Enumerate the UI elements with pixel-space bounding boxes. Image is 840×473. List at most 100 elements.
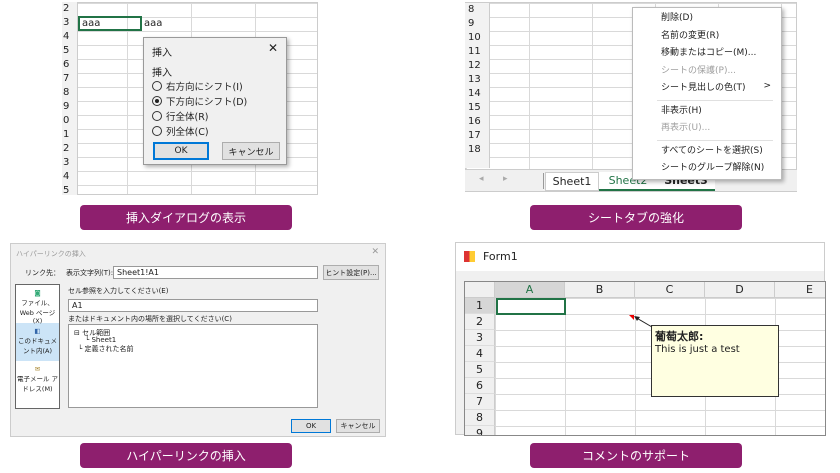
place-label: またはドキュメント内の場所を選択してください(C)	[68, 315, 232, 323]
row-header[interactable]: 4	[63, 30, 77, 44]
caption-insert-dialog: 挿入ダイアログの表示	[80, 205, 292, 230]
row-header[interactable]: 12	[468, 59, 489, 73]
close-icon[interactable]: ✕	[268, 41, 278, 55]
row-header[interactable]: 0	[63, 114, 77, 128]
row-header[interactable]: 8	[468, 3, 489, 17]
radio-label: 行全体(R)	[166, 111, 209, 123]
row-header[interactable]: 14	[468, 87, 489, 101]
close-icon[interactable]: ✕	[371, 247, 379, 257]
grid-control: ABCDE 123456789 葡萄太郎: This is just a tes…	[464, 281, 826, 436]
group-label: 挿入	[152, 68, 172, 79]
menu-item[interactable]: シートのグループ解除(N)	[633, 160, 781, 178]
column-header[interactable]: B	[565, 282, 635, 298]
row-header[interactable]: 6	[465, 378, 495, 394]
tree-sheet1[interactable]: └ Sheet1	[85, 336, 116, 344]
comment-arrow	[634, 316, 653, 328]
row-header[interactable]: 8	[465, 410, 495, 426]
row-headers: 8 9 10 11 12 13 14 15 16 17 18	[465, 3, 490, 168]
column-header[interactable]: E	[775, 282, 825, 298]
row-header[interactable]: 4	[465, 346, 495, 362]
row-header[interactable]: 5	[63, 44, 77, 58]
column-header[interactable]: D	[705, 282, 775, 298]
row-header[interactable]: 18	[468, 143, 489, 157]
row-header[interactable]: 2	[465, 314, 495, 330]
row-header[interactable]: 11	[468, 45, 489, 59]
cell-b3[interactable]: aaa	[144, 18, 162, 29]
tree-defined-names[interactable]: └ 定義された名前	[78, 344, 133, 354]
dialog-title: 挿入	[152, 48, 172, 59]
row-header[interactable]: 8	[63, 86, 77, 100]
radio-option[interactable]: 下方向にシフト(D)	[152, 93, 247, 108]
row-header[interactable]: 3	[63, 156, 77, 170]
ok-button[interactable]: OK	[153, 142, 209, 160]
row-header[interactable]: 9	[468, 17, 489, 31]
cell-ref-input[interactable]: A1	[68, 299, 318, 312]
menu-item[interactable]: 再表示(U)...	[633, 120, 781, 138]
menu-item[interactable]: 移動またはコピー(M)...	[633, 45, 781, 63]
radio-button[interactable]	[152, 80, 162, 91]
menu-item[interactable]: 非表示(H)	[633, 103, 781, 121]
radio-button[interactable]	[152, 110, 162, 121]
menu-item[interactable]: 削除(D)	[633, 10, 781, 28]
row-header[interactable]: 17	[468, 129, 489, 143]
row-header[interactable]: 15	[468, 101, 489, 115]
cell-a3-selected[interactable]: aaa	[78, 16, 142, 31]
row-header[interactable]: 4	[63, 170, 77, 184]
display-text-input[interactable]: Sheet1!A1	[113, 266, 318, 279]
row-header[interactable]: 9	[63, 100, 77, 114]
scroll-left-icon[interactable]: ◂	[479, 174, 484, 184]
comment-box[interactable]: 葡萄太郎: This is just a test	[651, 325, 779, 397]
row-header[interactable]: 6	[63, 58, 77, 72]
caption-sheet-tabs: シートタブの強化	[530, 205, 742, 230]
caption-hyperlink: ハイパーリンクの挿入	[80, 443, 292, 468]
nav-file-web[interactable]: ◙ ファイル、Web ページ(X)	[16, 285, 59, 325]
insert-dialog: 挿入 ✕ 挿入 右方向にシフト(I) 下方向にシフト(D) 行全体(R) 列全体(C)…	[143, 37, 287, 165]
screen-tip-button[interactable]: ヒント設定(P)...	[323, 265, 379, 280]
tab-sheet1[interactable]: Sheet1	[545, 172, 599, 191]
place-tree[interactable]: ⊟ セル範囲 └ Sheet1 └ 定義された名前	[68, 324, 318, 408]
radio-option[interactable]: 列全体(C)	[152, 123, 247, 138]
ok-button[interactable]: OK	[291, 419, 331, 433]
menu-item[interactable]: すべてのシートを選択(S)	[633, 143, 781, 161]
column-header[interactable]: C	[635, 282, 705, 298]
display-text-label: 表示文字列(T):	[66, 269, 114, 277]
cancel-button[interactable]: キャンセル	[222, 142, 280, 160]
row-header[interactable]: 1	[63, 128, 77, 142]
menu-separator	[657, 99, 773, 101]
scroll-right-icon[interactable]: ▸	[503, 174, 508, 184]
row-header[interactable]: 3	[63, 16, 77, 30]
hyperlink-dialog: ハイパーリンクの挿入 ✕ リンク先： 表示文字列(T): Sheet1!A1 ヒ…	[10, 243, 386, 437]
row-header[interactable]: 13	[468, 73, 489, 87]
radio-button[interactable]	[152, 95, 162, 106]
nav-this-document[interactable]: ◧ このドキュメント内(A)	[16, 323, 59, 361]
radio-option[interactable]: 行全体(R)	[152, 108, 247, 123]
cell-a1-selected[interactable]	[496, 298, 566, 315]
row-header[interactable]: 7	[63, 72, 77, 86]
caption-comments: コメントのサポート	[530, 443, 742, 468]
row-header[interactable]: 5	[465, 362, 495, 378]
radio-option[interactable]: 右方向にシフト(I)	[152, 78, 247, 93]
row-header[interactable]: 1	[465, 298, 495, 314]
cancel-button[interactable]: キャンセル	[336, 419, 380, 433]
email-icon: ✉	[34, 365, 41, 373]
nav-email[interactable]: ✉ 電子メール アドレス(M)	[16, 361, 59, 399]
app-icon	[464, 251, 475, 262]
radio-button[interactable]	[152, 125, 162, 136]
row-header[interactable]: 7	[465, 394, 495, 410]
row-header[interactable]: 5	[63, 184, 77, 195]
menu-item[interactable]: 名前の変更(R)	[633, 28, 781, 46]
row-header[interactable]: 2	[63, 2, 77, 16]
row-header[interactable]: 3	[465, 330, 495, 346]
menu-item[interactable]: シート見出しの色(T)	[633, 80, 781, 98]
sheet-context-menu: 削除(D) 名前の変更(R) 移動またはコピー(M)... シートの保護(P)... シ…	[632, 7, 782, 180]
menu-item[interactable]: シートの保護(P)...	[633, 63, 781, 81]
row-header[interactable]: 9	[465, 426, 495, 435]
row-header[interactable]: 2	[63, 142, 77, 156]
row-header[interactable]: 16	[468, 115, 489, 129]
comment-author: 葡萄太郎:	[655, 330, 704, 343]
row-headers: 23456789012345	[62, 2, 78, 195]
dialog-title: ハイパーリンクの挿入	[16, 250, 86, 258]
row-header[interactable]: 10	[468, 31, 489, 45]
link-nav: ◙ ファイル、Web ページ(X) ◧ このドキュメント内(A) ✉ 電子メール アド…	[15, 284, 60, 409]
column-header[interactable]: A	[495, 282, 565, 298]
